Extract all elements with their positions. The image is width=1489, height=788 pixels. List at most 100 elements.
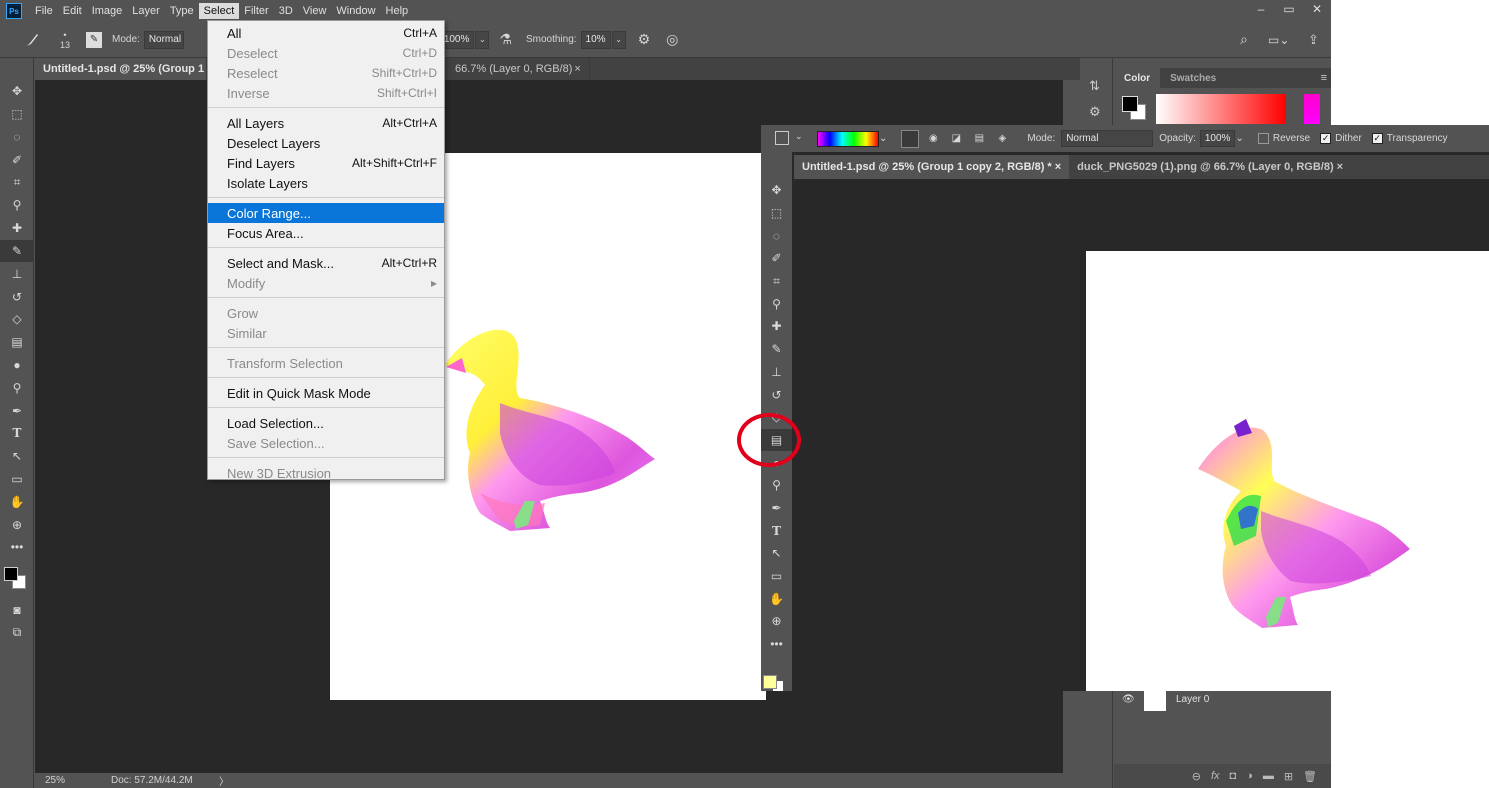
overlay-shape-tool-icon[interactable]: ▭ xyxy=(761,565,792,588)
overlay-hand-tool-icon[interactable]: ✋ xyxy=(761,587,792,610)
brush-tool-icon[interactable]: ✎ xyxy=(0,239,34,263)
select-menu-item-new-3d-extrusion[interactable]: New 3D Extrusion xyxy=(208,463,444,483)
type-tool-icon[interactable]: T xyxy=(0,422,34,445)
select-menu-item-load-selection[interactable]: Load Selection... xyxy=(208,413,444,433)
quick-select-tool-icon[interactable]: ✐ xyxy=(0,148,34,171)
angle-gradient-button[interactable]: ◪ xyxy=(947,130,965,148)
visibility-eye-icon[interactable]: 👁 xyxy=(1122,694,1140,705)
tab-swatches[interactable]: Swatches xyxy=(1160,68,1227,88)
trash-icon[interactable]: 🗑 xyxy=(1303,770,1317,783)
tab-close-icon[interactable]: × xyxy=(574,63,580,75)
tab-duck-png[interactable]: 66.7% (Layer 0, RGB/8) × xyxy=(447,58,590,80)
eraser-tool-icon[interactable]: ◇ xyxy=(0,308,34,331)
adjust-panel-icon[interactable]: ⚙ xyxy=(1089,104,1112,120)
overlay-more-tools-icon[interactable]: ••• xyxy=(761,633,792,656)
blur-tool-icon[interactable]: ● xyxy=(0,354,34,377)
diamond-gradient-button[interactable]: ◈ xyxy=(993,130,1011,148)
screen-mode-icon[interactable]: ⧉ xyxy=(0,622,34,645)
hue-slider[interactable] xyxy=(1304,94,1320,124)
overlay-lasso-tool-icon[interactable]: ◌ xyxy=(761,224,792,247)
overlay-tab-close-icon[interactable]: × xyxy=(1055,161,1061,173)
select-menu-item-find-layers[interactable]: Find Layers Alt+Shift+Ctrl+F xyxy=(208,153,444,173)
select-menu-item-focus-area[interactable]: Focus Area... xyxy=(208,223,444,243)
quick-mask-icon[interactable]: ◙ xyxy=(0,599,34,622)
lasso-tool-icon[interactable]: ◌ xyxy=(0,126,34,149)
overlay-brush-tool-icon[interactable]: ✎ xyxy=(761,338,792,361)
overlay-marquee-tool-icon[interactable]: ⬚ xyxy=(761,202,792,225)
select-menu-item-isolate-layers[interactable]: Isolate Layers xyxy=(208,173,444,193)
menu-help[interactable]: Help xyxy=(381,3,414,19)
crop-tool-icon[interactable]: ⌗ xyxy=(0,171,34,194)
healing-tool-icon[interactable]: ✚ xyxy=(0,217,34,240)
overlay-opacity-dropdown[interactable]: ⌄ xyxy=(1235,133,1243,144)
menu-filter[interactable]: Filter xyxy=(239,3,273,19)
search-icon[interactable]: ⌕ xyxy=(1240,31,1248,48)
marquee-tool-icon[interactable]: ⬚ xyxy=(0,103,34,126)
shape-tool-icon[interactable]: ▭ xyxy=(0,468,34,491)
history-panel-icon[interactable]: ⇅ xyxy=(1089,78,1112,94)
link-layers-icon[interactable]: ⊖ xyxy=(1192,770,1201,783)
menu-view[interactable]: View xyxy=(298,3,332,19)
close-button[interactable]: ✕ xyxy=(1303,0,1331,18)
select-menu-item-grow[interactable]: Grow xyxy=(208,303,444,323)
overlay-history-brush-tool-icon[interactable]: ↺ xyxy=(761,383,792,406)
brush-size-value[interactable]: • 13 xyxy=(60,30,70,50)
select-menu-item-all-layers[interactable]: All Layers Alt+Ctrl+A xyxy=(208,113,444,133)
reflected-gradient-button[interactable]: ▤ xyxy=(970,130,988,148)
zoom-tool-icon[interactable]: ⊕ xyxy=(0,513,34,536)
select-menu-item-save-selection[interactable]: Save Selection... xyxy=(208,433,444,453)
overlay-crop-tool-icon[interactable]: ⌗ xyxy=(761,270,792,293)
minimize-button[interactable]: – xyxy=(1247,0,1275,18)
radial-gradient-button[interactable]: ◉ xyxy=(924,130,942,148)
hand-tool-icon[interactable]: ✋ xyxy=(0,490,34,513)
reverse-checkbox[interactable] xyxy=(1257,133,1269,144)
new-layer-icon[interactable]: ⊞ xyxy=(1284,770,1293,783)
foreground-color-swatch[interactable] xyxy=(4,566,18,581)
overlay-pen-tool-icon[interactable]: ✒ xyxy=(761,497,792,520)
status-menu-arrow[interactable]: 〉 xyxy=(219,773,229,788)
airbrush-icon[interactable]: ⚗ xyxy=(499,31,512,48)
menu-3d[interactable]: 3D xyxy=(274,3,298,19)
select-menu-item-similar[interactable]: Similar xyxy=(208,323,444,343)
panel-fg-swatch[interactable] xyxy=(1122,96,1138,112)
select-menu-item-deselect-layers[interactable]: Deselect Layers xyxy=(208,133,444,153)
linear-gradient-button[interactable] xyxy=(901,129,920,148)
overlay-dodge-tool-icon[interactable]: ⚲ xyxy=(761,474,792,497)
tab-untitled-1[interactable]: Untitled-1.psd @ 25% (Group 1 c xyxy=(35,58,207,80)
overlay-healing-tool-icon[interactable]: ✚ xyxy=(761,315,792,338)
pressure-icon[interactable]: ◎ xyxy=(666,31,678,48)
select-menu-item-color-range[interactable]: Color Range... xyxy=(208,203,444,223)
flow-dropdown[interactable]: ⌄ xyxy=(475,30,490,49)
menu-select[interactable]: Select xyxy=(198,3,240,19)
overlay-type-tool-icon[interactable]: T xyxy=(761,519,792,542)
select-menu-item-reselect[interactable]: Reselect Shift+Ctrl+D xyxy=(208,63,444,83)
overlay-stamp-tool-icon[interactable]: ⊥ xyxy=(761,361,792,384)
history-brush-tool-icon[interactable]: ↺ xyxy=(0,285,34,308)
overlay-document-canvas[interactable] xyxy=(1086,251,1489,691)
transparency-checkbox[interactable]: ✓ xyxy=(1371,133,1383,144)
color-field[interactable] xyxy=(1156,94,1286,124)
mask-icon[interactable]: ◘ xyxy=(1230,770,1237,782)
select-menu-item-inverse[interactable]: Inverse Shift+Ctrl+I xyxy=(208,83,444,103)
select-menu-item-select-and-mask[interactable]: Select and Mask... Alt+Ctrl+R xyxy=(208,253,444,273)
dodge-tool-icon[interactable]: ⚲ xyxy=(0,376,34,399)
mode-select[interactable]: Normal xyxy=(143,30,184,49)
overlay-path-select-tool-icon[interactable]: ↖ xyxy=(761,542,792,565)
overlay-tab-untitled[interactable]: Untitled-1.psd @ 25% (Group 1 copy 2, RG… xyxy=(794,155,1070,179)
overlay-eyedropper-tool-icon[interactable]: ⚲ xyxy=(761,292,792,315)
overlay-zoom-tool-icon[interactable]: ⊕ xyxy=(761,610,792,633)
adjustment-layer-icon[interactable]: ◑ xyxy=(1246,770,1253,782)
eyedropper-tool-icon[interactable]: ⚲ xyxy=(0,194,34,217)
path-select-tool-icon[interactable]: ↖ xyxy=(0,445,34,468)
gradient-tool-icon[interactable]: ▤ xyxy=(0,331,34,354)
workspace-icon[interactable]: ▭⌄ xyxy=(1268,33,1289,47)
dither-checkbox[interactable]: ✓ xyxy=(1320,133,1332,144)
menu-image[interactable]: Image xyxy=(87,3,128,19)
pen-tool-icon[interactable]: ✒ xyxy=(0,399,34,422)
menu-file[interactable]: File xyxy=(30,3,58,19)
tab-color[interactable]: Color xyxy=(1114,68,1161,88)
gradient-preset-icon[interactable] xyxy=(775,131,789,145)
panel-menu-icon[interactable]: ≡ xyxy=(1321,72,1327,84)
menu-edit[interactable]: Edit xyxy=(58,3,87,19)
share-icon[interactable]: ⇪ xyxy=(1308,32,1319,48)
